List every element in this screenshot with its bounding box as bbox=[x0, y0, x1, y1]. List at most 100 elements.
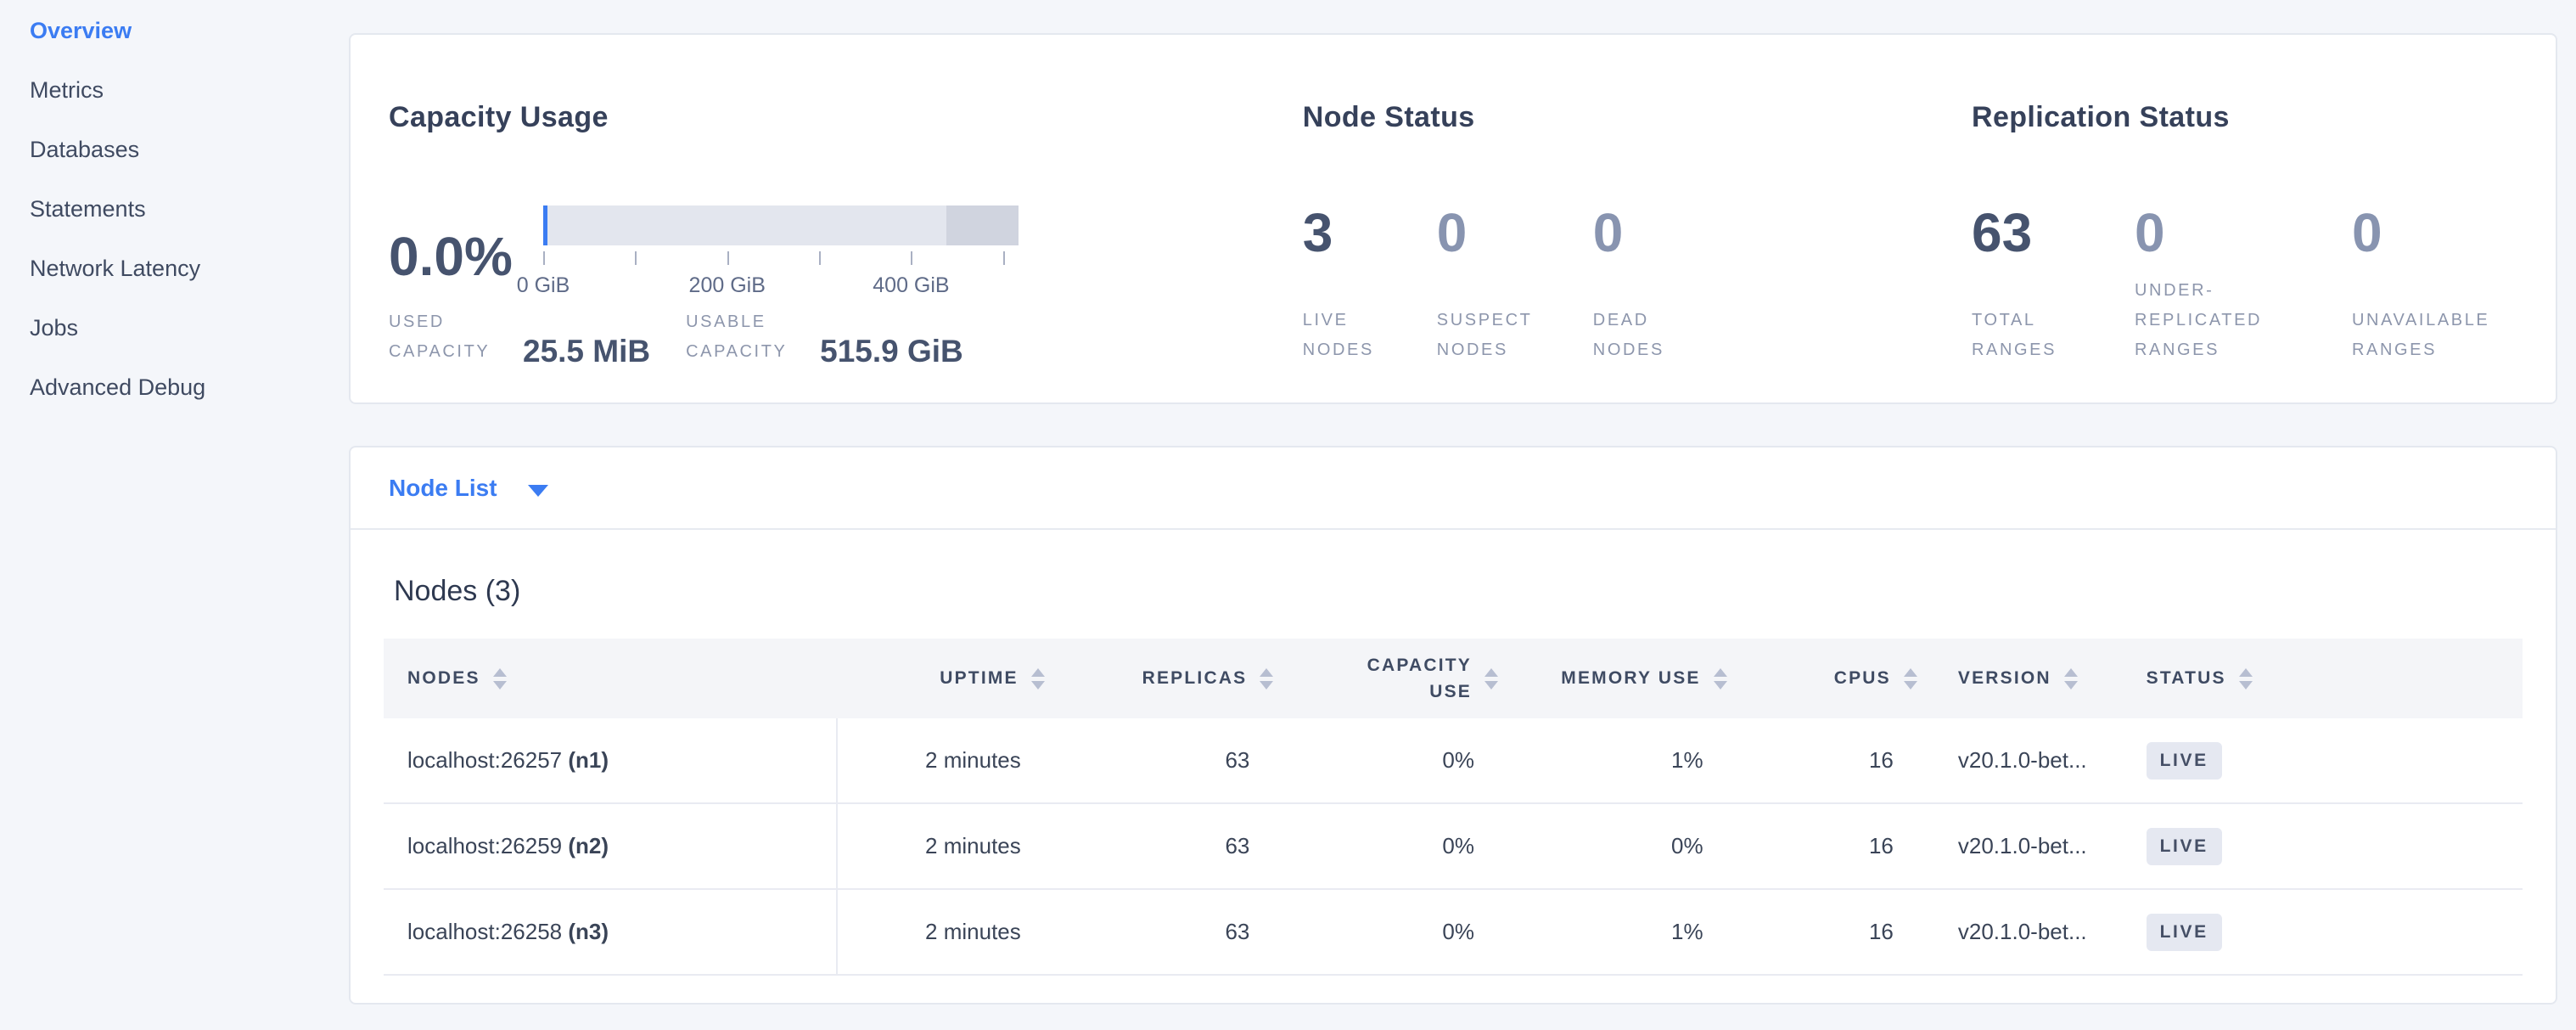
capacity-summary: USED CAPACITY 25.5 MiB USABLE CAPACITY 5… bbox=[389, 307, 1303, 367]
node-address[interactable]: localhost:26259 bbox=[407, 833, 568, 858]
sort-arrows-icon[interactable] bbox=[1484, 668, 1498, 689]
sort-arrows-icon[interactable] bbox=[2064, 668, 2078, 689]
column-header-version[interactable]: VERSION bbox=[1926, 639, 2114, 718]
sort-arrows-icon[interactable] bbox=[1714, 668, 1727, 689]
column-header-label: CPUS bbox=[1834, 668, 1891, 689]
table-header-row: NODES UPTIME REPLICAS CAPACITY USE MEMORY US… bbox=[384, 639, 2523, 718]
cell-status: LIVE bbox=[2114, 803, 2523, 889]
column-header-label: CAPACITY USE bbox=[1338, 652, 1472, 706]
sidebar-item-statements[interactable]: Statements bbox=[30, 179, 349, 239]
sidebar-item-metrics[interactable]: Metrics bbox=[30, 60, 349, 120]
sort-arrows-icon[interactable] bbox=[1031, 668, 1045, 689]
cell-capacity_use: 0% bbox=[1282, 718, 1507, 803]
capacity-gauge-row: 0.0% 0 GiB200 GiB400 GiB bbox=[389, 205, 1303, 307]
node-status-title: Node Status bbox=[1303, 101, 1972, 134]
status-badge: LIVE bbox=[2147, 828, 2222, 865]
sidebar-item-network-latency[interactable]: Network Latency bbox=[30, 239, 349, 298]
usable-capacity-label: USABLE CAPACITY bbox=[686, 307, 805, 367]
column-header-label: NODES bbox=[407, 668, 480, 689]
total-ranges-stat: 63 TOTAL RANGES bbox=[1972, 205, 2072, 365]
suspect-nodes-label: SUSPECT NODES bbox=[1437, 306, 1546, 365]
table-row[interactable]: localhost:26258 (n3)2 minutes630%1%16v20… bbox=[384, 889, 2523, 975]
sort-arrows-icon[interactable] bbox=[1904, 668, 1917, 689]
sort-arrows-icon[interactable] bbox=[1260, 668, 1273, 689]
cell-capacity_use: 0% bbox=[1282, 889, 1507, 975]
column-header-replicas[interactable]: REPLICAS bbox=[1053, 639, 1282, 718]
gauge-tick-label: 200 GiB bbox=[689, 273, 766, 298]
total-ranges-value: 63 bbox=[1972, 205, 2072, 260]
suspect-nodes-value: 0 bbox=[1437, 205, 1546, 260]
cell-node[interactable]: localhost:26259 (n2) bbox=[384, 803, 837, 889]
capacity-gauge-secondary-segment bbox=[946, 205, 1019, 245]
column-header-label: UPTIME bbox=[940, 668, 1019, 689]
live-nodes-stat: 3 LIVE NODES bbox=[1303, 205, 1389, 365]
total-ranges-label: TOTAL RANGES bbox=[1972, 306, 2072, 365]
dead-nodes-value: 0 bbox=[1593, 205, 1688, 260]
replication-status-title: Replication Status bbox=[1972, 101, 2522, 134]
sort-arrows-icon[interactable] bbox=[493, 668, 507, 689]
table-row[interactable]: localhost:26259 (n2)2 minutes630%0%16v20… bbox=[384, 803, 2523, 889]
node-address[interactable]: localhost:26257 bbox=[407, 747, 568, 773]
under-replicated-ranges-label: UNDER-REPLICATED RANGES bbox=[2135, 276, 2289, 365]
gauge-tick bbox=[911, 251, 912, 265]
gauge-tick-label: 400 GiB bbox=[873, 273, 949, 298]
capacity-gauge-used-segment bbox=[543, 205, 547, 245]
main-content: Capacity Usage 0.0% 0 GiB200 GiB400 GiB bbox=[349, 0, 2576, 1030]
cell-uptime: 2 minutes bbox=[837, 718, 1053, 803]
nodes-section-title: Nodes (3) bbox=[394, 575, 2523, 608]
capacity-gauge-axis: 0 GiB200 GiB400 GiB bbox=[543, 251, 1019, 307]
replication-status-stats: 63 TOTAL RANGES 0 UNDER-REPLICATED RANGE… bbox=[1972, 205, 2522, 365]
capacity-usage-title: Capacity Usage bbox=[389, 101, 1303, 134]
column-header-uptime[interactable]: UPTIME bbox=[837, 639, 1053, 718]
cell-replicas: 63 bbox=[1053, 889, 1282, 975]
gauge-tick bbox=[819, 251, 821, 265]
cell-uptime: 2 minutes bbox=[837, 889, 1053, 975]
used-capacity-value: 25.5 MiB bbox=[523, 334, 650, 369]
under-replicated-ranges-value: 0 bbox=[2135, 205, 2289, 260]
sidebar-item-advanced-debug[interactable]: Advanced Debug bbox=[30, 357, 349, 417]
cell-replicas: 63 bbox=[1053, 803, 1282, 889]
cell-version: v20.1.0-bet... bbox=[1926, 803, 2114, 889]
gauge-tick bbox=[543, 251, 545, 265]
nodes-section: Nodes (3) NODES UPTIME REPLICAS CAPACITY US… bbox=[351, 575, 2556, 976]
cell-node[interactable]: localhost:26257 (n1) bbox=[384, 718, 837, 803]
sort-arrows-icon[interactable] bbox=[2239, 668, 2253, 689]
node-list-card: Node List Nodes (3) NODES UPTIME REPLICAS C… bbox=[349, 446, 2557, 1005]
live-nodes-label: LIVE NODES bbox=[1303, 306, 1389, 365]
column-header-cpus[interactable]: CPUS bbox=[1736, 639, 1926, 718]
sidebar-item-jobs[interactable]: Jobs bbox=[30, 298, 349, 357]
status-badge: LIVE bbox=[2147, 914, 2222, 951]
column-header-label: MEMORY USE bbox=[1561, 668, 1700, 689]
capacity-usage-section: Capacity Usage 0.0% 0 GiB200 GiB400 GiB bbox=[389, 77, 1303, 365]
node-id: (n2) bbox=[568, 833, 609, 858]
column-header-node[interactable]: NODES bbox=[384, 639, 837, 718]
node-list-dropdown[interactable]: Node List bbox=[351, 447, 2556, 530]
node-status-stats: 3 LIVE NODES 0 SUSPECT NODES 0 DEAD NODE… bbox=[1303, 205, 1972, 365]
gauge-tick bbox=[635, 251, 637, 265]
used-capacity-stat: USED CAPACITY 25.5 MiB bbox=[389, 307, 650, 367]
cell-memory_use: 1% bbox=[1507, 718, 1736, 803]
cell-cpus: 16 bbox=[1736, 889, 1926, 975]
gauge-tick bbox=[727, 251, 729, 265]
replication-status-section: Replication Status 63 TOTAL RANGES 0 UND… bbox=[1972, 77, 2522, 365]
unavailable-ranges-value: 0 bbox=[2352, 205, 2522, 260]
dead-nodes-label: DEAD NODES bbox=[1593, 306, 1688, 365]
node-list-dropdown-label[interactable]: Node List bbox=[389, 475, 497, 502]
column-header-status[interactable]: STATUS bbox=[2114, 639, 2523, 718]
sidebar-item-overview[interactable]: Overview bbox=[30, 1, 349, 60]
cluster-summary-card: Capacity Usage 0.0% 0 GiB200 GiB400 GiB bbox=[349, 33, 2557, 404]
usable-capacity-value: 515.9 GiB bbox=[820, 334, 963, 369]
cell-node[interactable]: localhost:26258 (n3) bbox=[384, 889, 837, 975]
table-row[interactable]: localhost:26257 (n1)2 minutes630%1%16v20… bbox=[384, 718, 2523, 803]
cell-version: v20.1.0-bet... bbox=[1926, 718, 2114, 803]
node-status-section: Node Status 3 LIVE NODES 0 SUSPECT NODES… bbox=[1303, 77, 1972, 365]
suspect-nodes-stat: 0 SUSPECT NODES bbox=[1437, 205, 1546, 365]
column-header-capacity_use[interactable]: CAPACITY USE bbox=[1282, 639, 1507, 718]
column-header-memory_use[interactable]: MEMORY USE bbox=[1507, 639, 1736, 718]
node-id: (n1) bbox=[568, 747, 609, 773]
node-address[interactable]: localhost:26258 bbox=[407, 919, 568, 944]
sidebar-item-databases[interactable]: Databases bbox=[30, 120, 349, 179]
cell-uptime: 2 minutes bbox=[837, 803, 1053, 889]
capacity-gauge-bar bbox=[543, 205, 1019, 245]
capacity-gauge: 0 GiB200 GiB400 GiB bbox=[543, 205, 1019, 307]
